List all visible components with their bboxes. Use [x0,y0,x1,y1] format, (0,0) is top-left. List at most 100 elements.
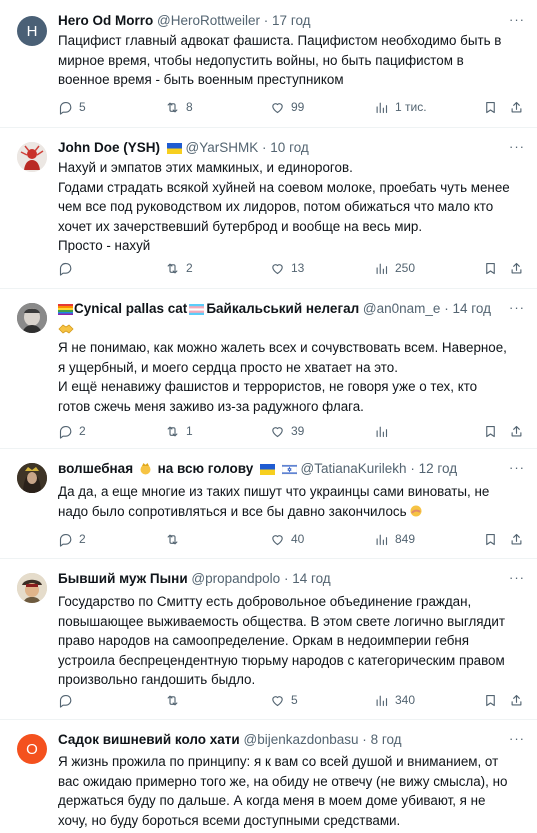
view-count: 1 тис. [395,100,427,114]
like-button[interactable]: 13 [270,258,304,278]
views-button[interactable]: 1 тис. [374,97,427,117]
timestamp[interactable]: 10 год [270,140,308,155]
bookmark-button[interactable] [483,421,498,441]
reply-icon [59,101,72,115]
heart-icon [272,102,283,113]
share-icon [511,262,522,273]
separator-dot: · [362,732,367,747]
tweet[interactable]: O Садок вишневий коло хати @bijenkazdonb… [0,720,537,833]
user-handle[interactable]: @bijenkazdonbasu [243,732,358,747]
reply-button[interactable] [58,690,79,710]
share-button[interactable] [509,690,524,710]
handshake-emoji-icon [58,324,74,334]
crowned-person-emoji [140,463,151,475]
tweet-line: Пацифист главный адвокат фашиста. Пацифи… [58,33,502,48]
separator-dot: · [262,140,267,155]
views-button[interactable]: 340 [374,690,415,710]
repost-button[interactable] [165,690,186,710]
tweet[interactable]: волшебная на всю голову @TatianaKurilekh… [0,449,537,559]
timestamp[interactable]: 17 год [272,13,310,28]
reply-icon [59,694,72,708]
user-handle[interactable]: @an0nam_e [363,301,441,316]
repost-icon [167,534,178,544]
bookmark-button[interactable] [483,690,498,710]
reply-button[interactable]: 5 [58,97,86,117]
views-button[interactable]: 250 [374,258,415,278]
timestamp[interactable]: 14 год [292,571,330,586]
reply-button[interactable] [58,258,79,278]
repost-button[interactable]: 1 [165,421,193,441]
tweet-line: И ещё ненавижу фашистов и террористов, н… [58,379,478,394]
user-handle[interactable]: @propandpolo [191,571,280,586]
bookmark-button[interactable] [483,97,498,117]
repost-button[interactable] [165,529,186,549]
more-options-icon[interactable]: ··· [509,139,525,154]
tweet-header: Садок вишневий коло хати @bijenkazdonbas… [58,730,513,750]
avatar[interactable] [17,142,47,172]
tweet[interactable]: Cynical pallas cat Байкальський нелегал @… [0,289,537,449]
user-handle[interactable]: @YarSHMK [186,140,259,155]
bookmark-icon [486,533,495,545]
bookmark-icon [486,101,495,113]
share-button[interactable] [509,529,524,549]
avatar[interactable]: H [17,16,47,46]
repost-button[interactable]: 8 [165,97,193,117]
views-button[interactable] [374,421,395,441]
tweet-line: хочу, но буду бороться всеми доступными … [58,812,401,828]
like-button[interactable]: 99 [270,97,304,117]
bookmark-button[interactable] [483,258,498,278]
display-name[interactable]: Cynical pallas cat [74,301,187,316]
timestamp[interactable]: 12 год [419,461,457,476]
reply-button[interactable]: 2 [58,421,86,441]
avatar-image [17,142,47,172]
timestamp[interactable]: 8 год [371,732,402,747]
separator-dot: · [283,571,289,586]
repost-icon [167,263,178,273]
share-icon [511,425,522,436]
views-chart-icon [376,426,388,437]
share-button[interactable] [509,258,524,278]
more-options-icon[interactable]: ··· [509,731,525,746]
more-options-icon[interactable]: ··· [509,460,525,475]
tweet[interactable]: H Hero Od Morro @HeroRottweiler · 17 год… [0,0,537,128]
israel-flag-emoji [281,464,297,475]
display-name[interactable]: Бывший муж Пыни [58,571,188,586]
action-bar: 2 13 250 [58,258,522,278]
views-button[interactable]: 849 [374,529,415,549]
display-name[interactable]: John Doe (YSH) [58,140,160,155]
tweet[interactable]: John Doe (YSH) @YarSHMK · 10 год ··· Нах… [0,128,537,289]
avatar[interactable] [17,463,47,493]
tweet[interactable]: Бывший муж Пыни @propandpolo · 14 год ··… [0,559,537,720]
tweet-line: я ущербный, и моего сердца просто не хва… [58,359,398,375]
tweet-line: право народов на самоопределение. Оркам … [58,633,470,648]
tweet-line: держаться буду по дальше. А когда меня в… [58,793,486,808]
avatar[interactable] [17,303,47,333]
user-handle[interactable]: @TatianaKurilekh [301,461,407,476]
tweet-text: Пацифист главный адвокат фашиста. Пацифи… [58,31,519,90]
view-count: 849 [395,532,416,546]
more-options-icon[interactable]: ··· [509,12,525,27]
reply-button[interactable]: 2 [58,529,86,549]
reply-count: 5 [79,100,86,114]
avatar[interactable] [17,573,47,603]
avatar[interactable]: O [17,734,47,764]
share-button[interactable] [509,421,524,441]
more-options-icon[interactable]: ··· [509,300,525,315]
timestamp[interactable]: 14 год [452,301,490,316]
user-handle[interactable]: @HeroRottweiler [157,13,260,28]
repost-button[interactable]: 2 [165,258,193,278]
views-chart-icon [376,534,388,545]
bookmark-button[interactable] [483,529,498,549]
share-button[interactable] [509,97,524,117]
like-button[interactable]: 39 [270,421,304,441]
display-name[interactable]: Hero Od Morro [58,13,153,28]
share-icon [511,533,522,544]
like-button[interactable]: 40 [270,529,304,549]
more-options-icon[interactable]: ··· [509,570,525,585]
display-name-suffix[interactable]: на всю голову [158,461,254,476]
like-button[interactable]: 5 [270,690,298,710]
display-name-suffix[interactable]: Байкальський нелегал [206,301,359,316]
display-name[interactable]: волшебная [58,461,133,476]
bookmark-icon [486,694,495,706]
display-name[interactable]: Садок вишневий коло хати [58,732,240,747]
